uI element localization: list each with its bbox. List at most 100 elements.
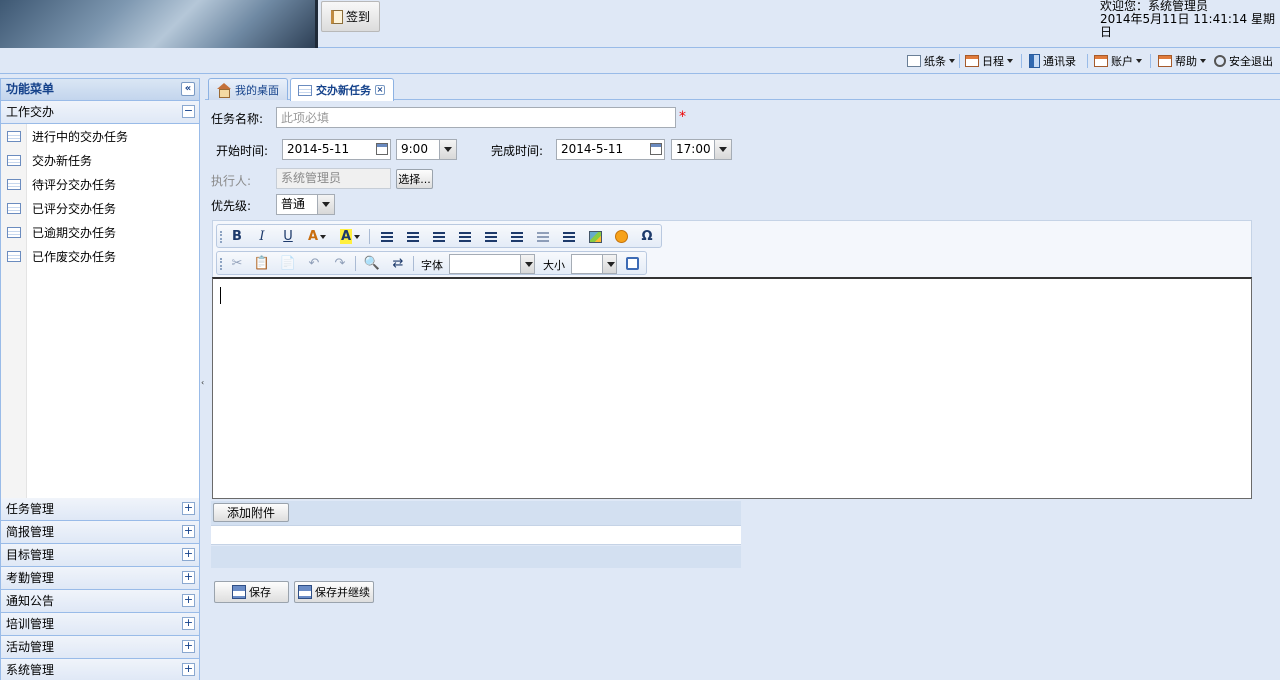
tab-new-task[interactable]: 交办新任务 × bbox=[290, 78, 394, 101]
expand-icon[interactable]: + bbox=[182, 571, 195, 584]
toolbar-addressbook-button[interactable]: 通讯录 bbox=[1029, 53, 1076, 69]
undo-button[interactable]: ↶ bbox=[304, 255, 324, 272]
sidebar-section-notice[interactable]: 通知公告 + bbox=[1, 590, 199, 613]
toolbar-divider bbox=[369, 229, 370, 244]
chevron-down-icon[interactable] bbox=[317, 195, 334, 214]
fullscreen-icon bbox=[625, 257, 639, 270]
end-time-value: 17:00 bbox=[676, 142, 711, 156]
bold-button[interactable]: B bbox=[227, 228, 247, 245]
toolbar-note-button[interactable]: 纸条 bbox=[907, 53, 955, 69]
calendar-icon[interactable] bbox=[650, 143, 662, 155]
indent-button[interactable] bbox=[559, 228, 579, 245]
outdent-button[interactable] bbox=[533, 228, 553, 245]
sidebar-section-goal-mgmt[interactable]: 目标管理 + bbox=[1, 544, 199, 567]
font-size-select[interactable] bbox=[571, 254, 617, 274]
choose-executor-button[interactable]: 选择... bbox=[396, 169, 433, 189]
expand-icon[interactable]: + bbox=[182, 502, 195, 515]
copy-button[interactable]: 📋 bbox=[252, 255, 272, 272]
sidebar-section-attendance-mgmt[interactable]: 考勤管理 + bbox=[1, 567, 199, 590]
align-center-icon bbox=[407, 231, 419, 242]
signin-button[interactable]: 签到 bbox=[321, 1, 380, 32]
sidebar-section-report-mgmt[interactable]: 简报管理 + bbox=[1, 521, 199, 544]
end-date-input[interactable]: 2014-5-11 bbox=[556, 139, 665, 160]
underline-button[interactable]: U bbox=[278, 228, 298, 245]
expand-icon[interactable]: + bbox=[182, 525, 195, 538]
align-right-button[interactable] bbox=[429, 228, 449, 245]
sidebar-section-training[interactable]: 培训管理 + bbox=[1, 613, 199, 636]
add-attachment-button[interactable]: 添加附件 bbox=[213, 503, 289, 522]
start-time-select[interactable]: 9:00 bbox=[396, 139, 457, 160]
collapse-sidebar-icon[interactable]: « bbox=[181, 82, 195, 96]
text-cursor bbox=[220, 287, 221, 304]
unordered-list-button[interactable] bbox=[507, 228, 527, 245]
sidebar-section-work-assign[interactable]: 工作交办 − bbox=[1, 101, 199, 124]
chevron-down-icon bbox=[1007, 59, 1013, 63]
special-char-button[interactable]: Ω bbox=[637, 228, 657, 245]
expand-icon[interactable]: + bbox=[182, 594, 195, 607]
tab-my-desktop[interactable]: 我的桌面 bbox=[208, 78, 288, 100]
toolbar-schedule-button[interactable]: 日程 bbox=[965, 53, 1013, 69]
redo-button[interactable]: ↷ bbox=[330, 255, 350, 272]
priority-select[interactable]: 普通 bbox=[276, 194, 335, 215]
toolbar-help-button[interactable]: 帮助 bbox=[1158, 53, 1206, 69]
expand-icon[interactable]: + bbox=[182, 548, 195, 561]
priority-label: 优先级: bbox=[211, 199, 252, 213]
expand-icon[interactable]: + bbox=[182, 617, 195, 630]
save-icon bbox=[298, 585, 312, 599]
sidebar-section-task-mgmt[interactable]: 任务管理 + bbox=[1, 498, 199, 521]
sidebar-section-system[interactable]: 系统管理 + bbox=[1, 659, 199, 680]
sidebar-item-pending-score[interactable]: 待评分交办任务 bbox=[1, 172, 199, 196]
toolbar-schedule-label: 日程 bbox=[982, 55, 1004, 68]
fullscreen-button[interactable] bbox=[622, 255, 642, 272]
cut-button[interactable]: ✂ bbox=[227, 255, 247, 272]
save-and-continue-button[interactable]: 保存并继续 bbox=[294, 581, 374, 603]
sidebar-item-void[interactable]: 已作废交办任务 bbox=[1, 244, 199, 268]
justify-button[interactable] bbox=[455, 228, 475, 245]
chevron-down-icon[interactable] bbox=[602, 255, 616, 273]
chevron-down-icon[interactable] bbox=[439, 140, 456, 159]
font-family-select[interactable] bbox=[449, 254, 535, 274]
ordered-list-button[interactable] bbox=[481, 228, 501, 245]
sidebar-item-new-task[interactable]: 交办新任务 bbox=[1, 148, 199, 172]
chevron-down-icon[interactable] bbox=[714, 140, 731, 159]
replace-button[interactable]: ⇄ bbox=[388, 255, 408, 272]
end-time-select[interactable]: 17:00 bbox=[671, 139, 732, 160]
font-color-button[interactable]: A bbox=[304, 228, 330, 245]
close-icon[interactable]: × bbox=[375, 85, 385, 95]
section-label: 目标管理 bbox=[6, 548, 55, 562]
header: 签到 欢迎您：系统管理员 2014年5月11日 11:41:14 星期日 bbox=[0, 0, 1280, 48]
grip-handle[interactable] bbox=[220, 231, 222, 243]
justify-icon bbox=[459, 231, 471, 242]
sidebar-item-scored[interactable]: 已评分交办任务 bbox=[1, 196, 199, 220]
calendar-icon[interactable] bbox=[376, 143, 388, 155]
welcome-datetime: 2014年5月11日 11:41:14 星期日 bbox=[1100, 12, 1275, 39]
paste-button[interactable]: 📄 bbox=[278, 255, 298, 272]
save-button[interactable]: 保存 bbox=[214, 581, 289, 603]
save-continue-label: 保存并继续 bbox=[315, 586, 370, 599]
sidebar-section-activity[interactable]: 活动管理 + bbox=[1, 636, 199, 659]
italic-button[interactable]: I bbox=[252, 228, 272, 245]
sidebar-item-overdue[interactable]: 已逾期交办任务 bbox=[1, 220, 199, 244]
sidebar-item-label: 已作废交办任务 bbox=[32, 249, 117, 264]
toolbar-account-button[interactable]: 账户 bbox=[1094, 53, 1142, 69]
align-left-button[interactable] bbox=[377, 228, 397, 245]
grip-handle[interactable] bbox=[220, 258, 222, 270]
task-name-input[interactable] bbox=[276, 107, 676, 128]
rich-text-editor[interactable] bbox=[212, 277, 1252, 499]
tab-label: 我的桌面 bbox=[235, 83, 279, 97]
insert-image-button[interactable] bbox=[585, 228, 605, 245]
find-button[interactable]: 🔍 bbox=[362, 255, 382, 272]
align-center-button[interactable] bbox=[403, 228, 423, 245]
emoticon-button[interactable] bbox=[611, 228, 631, 245]
addressbook-icon bbox=[1029, 54, 1040, 68]
start-date-input[interactable]: 2014-5-11 bbox=[282, 139, 391, 160]
toolbar-logout-button[interactable]: 安全退出 bbox=[1214, 53, 1273, 69]
expand-icon[interactable]: + bbox=[182, 640, 195, 653]
toolbar-note-label: 纸条 bbox=[924, 55, 946, 68]
expand-icon[interactable]: + bbox=[182, 663, 195, 676]
splitter-arrow-icon[interactable]: ‹ bbox=[201, 378, 204, 387]
sidebar-item-in-progress[interactable]: 进行中的交办任务 bbox=[1, 124, 199, 148]
chevron-down-icon[interactable] bbox=[520, 255, 534, 273]
collapse-icon[interactable]: − bbox=[182, 105, 195, 118]
highlight-button[interactable]: A bbox=[337, 228, 363, 245]
